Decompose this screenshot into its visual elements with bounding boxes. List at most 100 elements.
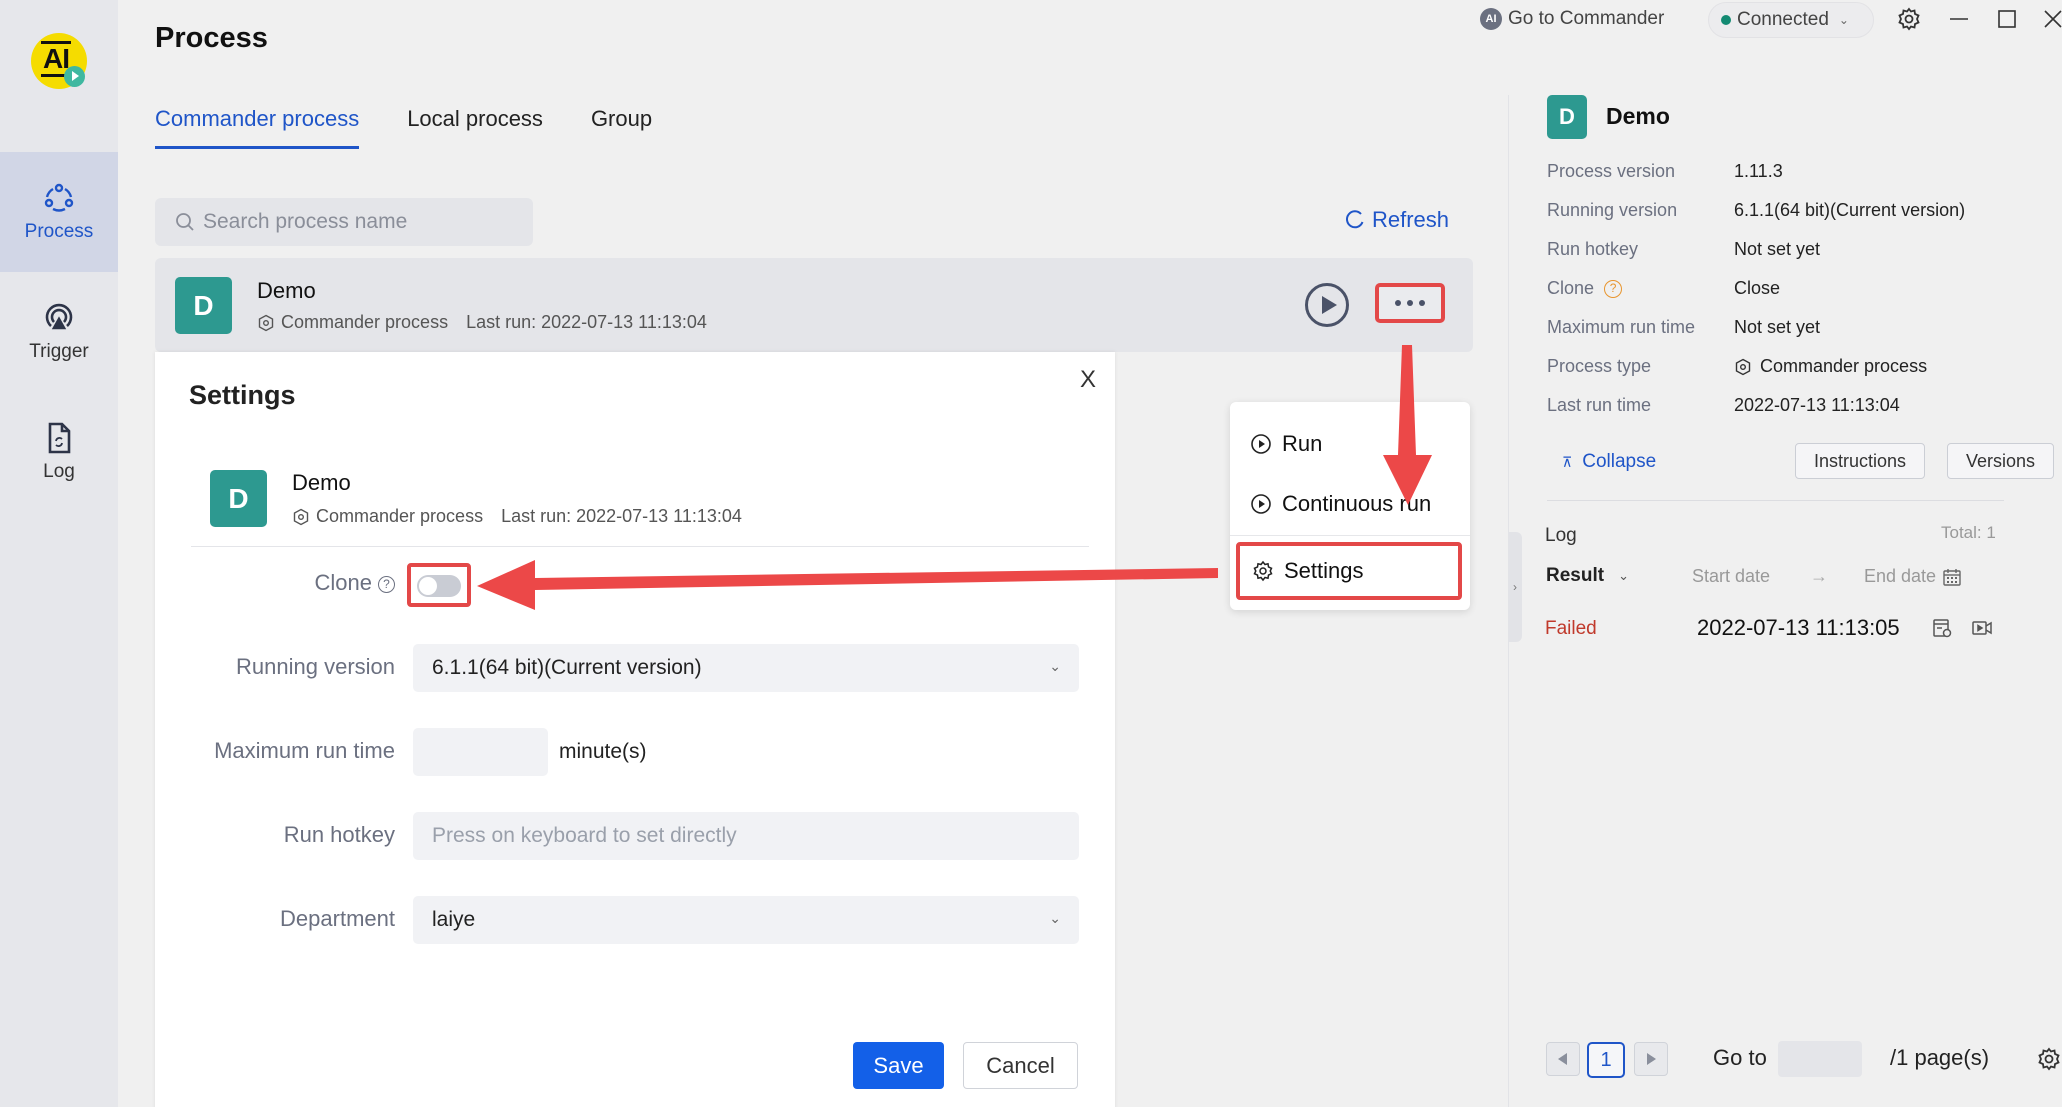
connection-status-dropdown[interactable]: Connected ⌄ — [1708, 2, 1874, 38]
cancel-button[interactable]: Cancel — [963, 1042, 1078, 1089]
search-box — [155, 198, 533, 246]
help-icon[interactable]: ? — [378, 576, 395, 593]
department-value: laiye — [432, 908, 476, 931]
go-to-commander-link[interactable]: AI Go to Commander — [1480, 8, 1664, 30]
process-name: Demo — [292, 470, 351, 495]
tab-group[interactable]: Group — [591, 106, 652, 149]
sidebar-item-label: Log — [43, 461, 75, 482]
detail-label: Maximum run time — [1547, 317, 1696, 337]
process-icon — [44, 183, 74, 212]
dot — [1395, 300, 1401, 306]
clone-label: Clone? — [155, 570, 395, 596]
menu-item-continuous-run[interactable]: Continuous run — [1230, 476, 1470, 532]
versions-button[interactable]: Versions — [1947, 443, 2055, 479]
goto-label: Go to — [1713, 1045, 1767, 1070]
tab-local-process[interactable]: Local process — [407, 106, 543, 149]
process-name: Demo — [257, 278, 316, 303]
sidebar: AI Process Trigger Log — [0, 0, 118, 1107]
process-tabs: Commander process Local process Group — [155, 106, 652, 149]
menu-divider — [1230, 535, 1470, 536]
current-page-button[interactable]: 1 — [1587, 1042, 1625, 1078]
detail-value-process-type: Commander process — [1734, 356, 1927, 377]
commander-process-icon — [293, 508, 309, 525]
log-status: Failed — [1545, 618, 1597, 639]
refresh-icon — [1346, 210, 1364, 229]
sidebar-item-process[interactable]: Process — [0, 152, 118, 272]
process-actions-menu: Run Continuous run Settings — [1230, 402, 1470, 610]
clone-toggle[interactable] — [417, 575, 461, 597]
panel-expand-handle[interactable]: › — [1508, 532, 1522, 642]
page-title: Process — [155, 22, 268, 54]
app-logo: AI — [31, 33, 87, 89]
prev-page-button[interactable] — [1546, 1042, 1580, 1076]
total-pages: /1 page(s) — [1890, 1045, 1990, 1070]
save-button[interactable]: Save — [853, 1042, 944, 1089]
process-list-item[interactable]: D Demo Commander process Last run: 2022-… — [155, 258, 1473, 352]
log-total: Total: 1 — [1941, 523, 1996, 542]
run-hotkey-input[interactable] — [432, 824, 1032, 848]
gear-icon[interactable] — [1896, 6, 1922, 32]
collapse-button[interactable]: ⊼ Collapse — [1562, 451, 1656, 473]
clone-toggle-highlight[interactable] — [407, 563, 471, 607]
minimize-icon[interactable] — [1946, 6, 1972, 32]
video-recording-icon[interactable] — [1971, 617, 1993, 639]
process-type: Commander process — [281, 312, 449, 332]
menu-item-label: Settings — [1284, 558, 1364, 583]
run-hotkey-label: Run hotkey — [283, 822, 395, 847]
maximize-icon[interactable] — [1994, 6, 2020, 32]
log-icon — [48, 422, 71, 454]
gear-icon[interactable] — [2036, 1046, 2062, 1072]
detail-label: Process type — [1547, 356, 1652, 376]
department-select[interactable]: laiye ⌄ — [413, 896, 1079, 944]
running-version-value: 6.1.1(64 bit)(Current version) — [432, 656, 702, 679]
refresh-button[interactable]: Refresh — [1344, 207, 1449, 233]
end-date-input[interactable]: End date — [1864, 566, 1962, 587]
log-detail-icon[interactable] — [1931, 617, 1953, 639]
instructions-button[interactable]: Instructions — [1795, 443, 1926, 479]
result-filter-label: Result — [1546, 565, 1605, 586]
sidebar-item-log[interactable]: Log — [0, 392, 118, 512]
chevron-down-icon: ⌄ — [1618, 568, 1629, 583]
process-last-run: Last run: 2022-07-13 11:13:04 — [466, 312, 707, 332]
run-hotkey-field[interactable] — [413, 812, 1079, 860]
running-version-label: Running version — [236, 654, 395, 679]
goto-page-input[interactable] — [1778, 1041, 1862, 1077]
calendar-icon — [1943, 568, 1961, 586]
process-avatar: D — [175, 277, 232, 334]
menu-item-label: Run — [1282, 431, 1323, 456]
max-run-time-field[interactable] — [413, 728, 548, 776]
collapse-label: Collapse — [1582, 451, 1657, 472]
divider — [191, 546, 1089, 547]
max-run-time-input[interactable] — [413, 728, 548, 776]
help-icon[interactable]: ? — [1604, 279, 1623, 298]
start-date-input[interactable]: Start date — [1692, 566, 1770, 587]
max-run-time-label: Maximum run time — [214, 738, 395, 763]
next-page-button[interactable] — [1634, 1042, 1668, 1076]
commander-icon: AI — [1480, 8, 1502, 30]
sidebar-item-label: Trigger — [29, 341, 89, 362]
detail-value: 2022-07-13 11:13:04 — [1734, 395, 1900, 415]
more-actions-button[interactable] — [1375, 283, 1445, 323]
details-title: Demo — [1606, 103, 1670, 129]
detail-value: Close — [1734, 278, 1781, 298]
log-title: Log — [1545, 525, 1577, 546]
run-button[interactable] — [1305, 283, 1349, 327]
refresh-label: Refresh — [1372, 207, 1450, 232]
sidebar-item-trigger[interactable]: Trigger — [0, 272, 118, 392]
detail-value: Not set yet — [1734, 317, 1821, 337]
dot — [1407, 300, 1413, 306]
detail-label-clone: Clone ? — [1547, 278, 1623, 299]
result-filter-dropdown[interactable]: Result ⌄ — [1546, 565, 1629, 587]
running-version-select[interactable]: 6.1.1(64 bit)(Current version) ⌄ — [413, 644, 1079, 692]
commander-process-icon — [258, 314, 274, 331]
detail-label: Last run time — [1547, 395, 1652, 415]
menu-item-run[interactable]: Run — [1230, 416, 1470, 472]
dialog-close-button[interactable]: X — [1080, 366, 1096, 394]
gear-icon — [1253, 560, 1273, 582]
menu-item-settings[interactable]: Settings — [1236, 542, 1462, 600]
search-input[interactable] — [203, 210, 523, 234]
play-circle-icon — [1251, 434, 1271, 454]
chevron-down-icon: ⌄ — [1049, 910, 1061, 926]
close-icon[interactable] — [2040, 6, 2062, 32]
tab-commander-process[interactable]: Commander process — [155, 106, 360, 149]
